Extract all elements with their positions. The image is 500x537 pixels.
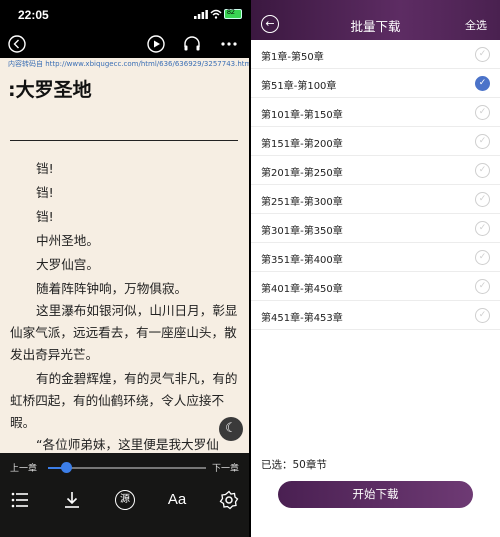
chapter-range-label: 第401章-第450章 (261, 284, 343, 295)
unchecked-icon[interactable]: ✓ (475, 47, 490, 62)
download-icon[interactable] (61, 489, 83, 511)
paragraph: 有的金碧辉煌，有的灵气非凡，有的虹桥四起，有的仙鹤环绕，令人应接不暇。 (10, 371, 238, 430)
unchecked-icon[interactable]: ✓ (475, 250, 490, 265)
toc-icon[interactable] (9, 489, 31, 511)
chapter-range-row[interactable]: 第51章-第100章 ✓ (251, 69, 500, 98)
select-all-button[interactable]: 全选 (465, 17, 487, 33)
source-url[interactable]: 内容转码自 http://www.xbiqugecc.com/html/636/… (0, 58, 249, 71)
paragraph: 中州圣地。 (36, 233, 99, 248)
paragraph: 这里瀑布如银河似，山川日月，彰显仙家气派，远远看去，有一座座山头，散发出奇异光芒… (10, 303, 238, 362)
chapter-range-row[interactable]: 第251章-第300章 ✓ (251, 185, 500, 214)
chapter-range-label: 第51章-第100章 (261, 81, 337, 92)
chapter-range-row[interactable]: 第1章-第50章 ✓ (251, 40, 500, 69)
url-tag: 内容转码自 (8, 60, 43, 68)
chapter-range-label: 第301章-第350章 (261, 226, 343, 237)
battery-level: 82 (227, 9, 235, 16)
reader-toolbar (0, 30, 249, 58)
chapter-range-label: 第201章-第250章 (261, 168, 343, 179)
chapter-title: :大罗圣地 (8, 79, 92, 101)
selected-count: 已选：50章节 (261, 459, 327, 471)
unchecked-icon[interactable]: ✓ (475, 308, 490, 323)
status-time: 22:05 (18, 8, 49, 22)
chapter-range-row[interactable]: 第151章-第200章 ✓ (251, 127, 500, 156)
batch-download-panel: ← 批量下载 全选 第1章-第50章 ✓ 第51章-第100章 ✓ 第101章-第150… (251, 0, 500, 537)
start-download-button[interactable]: 开始下载 (278, 481, 473, 508)
unchecked-icon[interactable]: ✓ (475, 105, 490, 120)
paragraph: 大罗仙宫。 (36, 257, 99, 272)
battery-icon: 82 (224, 9, 242, 19)
reader-panel: 22:05 82 内容转码自 http://www.xbiqugecc.com/… (0, 0, 249, 537)
play-icon[interactable] (146, 34, 166, 54)
chapter-range-label: 第101章-第150章 (261, 110, 343, 121)
chapter-range-row[interactable]: 第301章-第350章 ✓ (251, 214, 500, 243)
source-button[interactable]: 源 (114, 489, 136, 511)
paragraph: 铛! (36, 161, 54, 176)
unchecked-icon[interactable]: ✓ (475, 221, 490, 236)
prev-chapter-button[interactable]: 上一章 (10, 461, 37, 474)
unchecked-icon[interactable]: ✓ (475, 279, 490, 294)
chapter-range-row[interactable]: 第351章-第400章 ✓ (251, 243, 500, 272)
unchecked-icon[interactable]: ✓ (475, 192, 490, 207)
paragraph: 铛! (36, 185, 54, 200)
chapter-range-label: 第1章-第50章 (261, 52, 324, 63)
headphones-icon[interactable] (182, 34, 202, 54)
paragraph: 随着阵阵钟响，万物俱寂。 (36, 281, 188, 296)
signal-icon (194, 10, 208, 19)
chapter-range-label: 第151章-第200章 (261, 139, 343, 150)
checked-icon[interactable]: ✓ (475, 76, 490, 91)
status-bar: 22:05 82 (0, 0, 249, 30)
reader-bottom-bar: 上一章 下一章 源 Aa (0, 453, 249, 537)
night-mode-button[interactable]: ☾ (219, 417, 243, 441)
back-icon[interactable] (7, 34, 27, 54)
chapter-range-label: 第251章-第300章 (261, 197, 343, 208)
unchecked-icon[interactable]: ✓ (475, 134, 490, 149)
header: ← 批量下载 全选 (251, 0, 500, 40)
url-text: http://www.xbiqugecc.com/html/636/636929… (45, 60, 249, 68)
chapter-range-row[interactable]: 第101章-第150章 ✓ (251, 98, 500, 127)
more-icon[interactable] (219, 34, 239, 54)
next-chapter-button[interactable]: 下一章 (212, 461, 239, 474)
font-settings-button[interactable]: Aa (164, 489, 190, 511)
gear-icon[interactable] (218, 489, 240, 511)
unchecked-icon[interactable]: ✓ (475, 163, 490, 178)
divider (10, 140, 238, 141)
chapter-range-row[interactable]: 第401章-第450章 ✓ (251, 272, 500, 301)
chapter-range-row[interactable]: 第451章-第453章 ✓ (251, 301, 500, 330)
chapter-range-row[interactable]: 第201章-第250章 ✓ (251, 156, 500, 185)
paragraph: 铛! (36, 209, 54, 224)
chapter-range-label: 第351章-第400章 (261, 255, 343, 266)
moon-icon: ☾ (225, 421, 237, 436)
source-label: 源 (115, 490, 135, 510)
chapter-range-label: 第451章-第453章 (261, 313, 343, 324)
progress-knob[interactable] (61, 462, 73, 473)
page-title: 批量下载 (350, 19, 401, 34)
wifi-icon (210, 9, 222, 19)
